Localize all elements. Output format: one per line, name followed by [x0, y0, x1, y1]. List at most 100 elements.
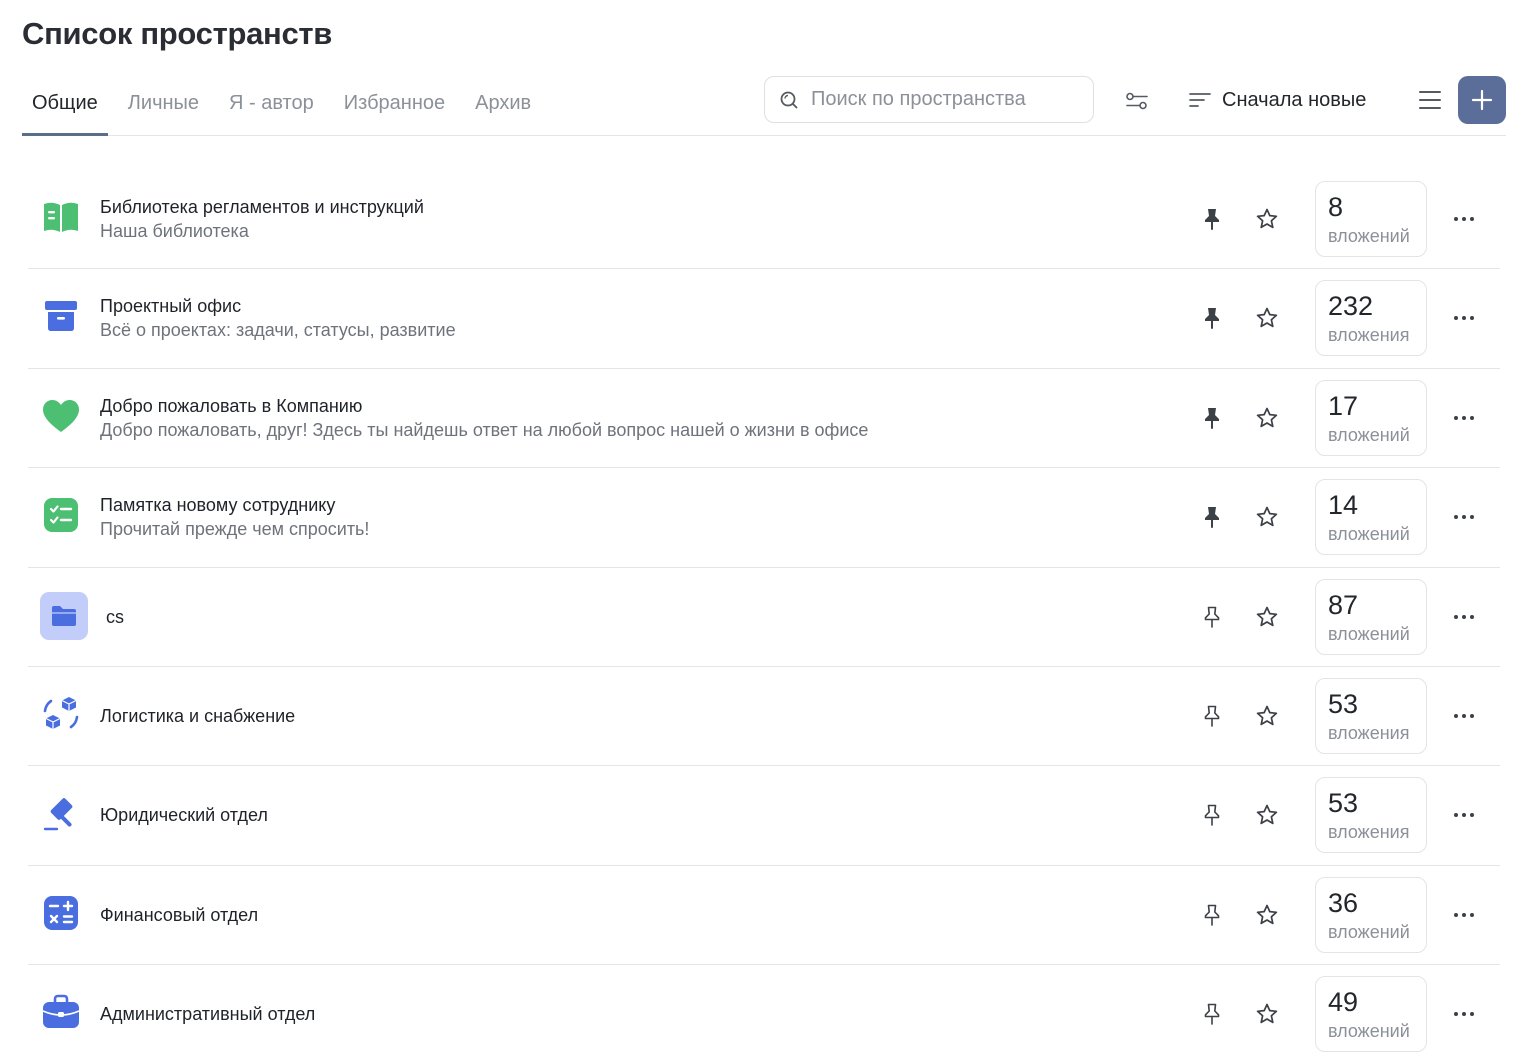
attachments-count: 14 [1328, 490, 1359, 521]
pin-button[interactable] [1200, 405, 1224, 431]
more-horizontal-icon [1454, 614, 1474, 619]
more-actions-button[interactable] [1450, 405, 1478, 431]
more-actions-button[interactable] [1450, 604, 1478, 630]
row-text: Памятка новому сотруднику Прочитай прежд… [100, 468, 369, 566]
row-text: Юридический отдел [100, 766, 268, 864]
more-actions-button[interactable] [1450, 802, 1478, 828]
space-list: Библиотека регламентов и инструкций Наша… [28, 170, 1500, 1060]
filter-sliders-icon [1126, 92, 1148, 110]
attachments-count: 87 [1328, 589, 1359, 620]
pin-button[interactable] [1200, 604, 1224, 630]
add-space-button[interactable] [1458, 76, 1506, 124]
favorite-button[interactable] [1254, 305, 1280, 331]
row-text: Библиотека регламентов и инструкций Наша… [100, 170, 424, 268]
more-actions-button[interactable] [1450, 902, 1478, 928]
favorite-button[interactable] [1254, 902, 1280, 928]
attachments-count: 8 [1328, 192, 1344, 222]
pin-outline-icon [1204, 705, 1220, 727]
checklist-icon [40, 494, 82, 536]
page-title: Список пространств [22, 16, 333, 51]
more-actions-button[interactable] [1450, 305, 1478, 331]
list-item[interactable]: cs 87 вложений [28, 568, 1500, 667]
pin-button[interactable] [1200, 902, 1224, 928]
tab-authored[interactable]: Я - автор [219, 70, 324, 136]
star-icon [1256, 208, 1278, 229]
tab-personal[interactable]: Личные [118, 70, 209, 136]
pin-outline-icon [1204, 904, 1220, 926]
list-item[interactable]: Проектный офис Всё о проектах: задачи, с… [28, 269, 1500, 369]
sort-lines-icon [1189, 93, 1211, 107]
attachments-count: 17 [1328, 390, 1359, 421]
filter-button[interactable] [1122, 86, 1152, 116]
sort-button[interactable]: Сначала новые [1188, 82, 1366, 118]
attachments-label: вложений [1328, 623, 1410, 644]
list-item[interactable]: Юридический отдел 53 вложения [28, 766, 1500, 866]
star-icon [1256, 904, 1278, 924]
favorite-button[interactable] [1254, 1001, 1280, 1027]
list-item[interactable]: Административный отдел 49 вложений [28, 965, 1500, 1060]
space-title: Добро пожаловать в Компанию [100, 395, 363, 416]
pin-button[interactable] [1200, 1001, 1224, 1027]
tab-bar: Общие Личные Я - автор Избранное Архив [22, 70, 551, 136]
tab-favorites[interactable]: Избранное [334, 70, 455, 136]
tab-archive[interactable]: Архив [465, 70, 541, 136]
star-icon [1256, 804, 1278, 825]
more-horizontal-icon [1454, 316, 1474, 321]
row-text: cs [106, 568, 124, 666]
list-item[interactable]: Библиотека регламентов и инструкций Наша… [28, 170, 1500, 270]
more-actions-button[interactable] [1450, 504, 1478, 530]
favorite-button[interactable] [1254, 703, 1280, 729]
list-item[interactable]: Финансовый отдел 36 вложений [28, 866, 1500, 966]
search-box[interactable] [764, 76, 1094, 123]
favorite-button[interactable] [1254, 504, 1280, 530]
pin-button[interactable] [1200, 206, 1224, 232]
star-icon [1256, 308, 1278, 328]
book-icon [40, 196, 82, 238]
list-item[interactable]: Логистика и снабжение 53 вложения [28, 667, 1500, 767]
attachments-label: вложения [1328, 822, 1410, 843]
star-icon [1256, 407, 1278, 428]
pin-outline-icon [1204, 606, 1220, 628]
row-text: Административный отдел [100, 965, 315, 1060]
tab-general[interactable]: Общие [22, 70, 108, 136]
favorite-button[interactable] [1254, 405, 1280, 431]
space-description: Наша библиотека [100, 221, 249, 241]
favorite-button[interactable] [1254, 802, 1280, 828]
space-title: Юридический отдел [100, 805, 268, 826]
favorite-button[interactable] [1254, 206, 1280, 232]
attachments-counter: 8 вложений [1315, 181, 1427, 257]
attachments-label: вложений [1328, 424, 1410, 445]
more-actions-button[interactable] [1450, 206, 1478, 232]
more-horizontal-icon [1454, 713, 1474, 718]
attachments-count: 49 [1328, 987, 1359, 1018]
list-item[interactable]: Памятка новому сотруднику Прочитай прежд… [28, 468, 1500, 568]
folder-icon [40, 591, 88, 640]
search-input[interactable] [811, 88, 1071, 111]
archive-box-icon [40, 295, 82, 337]
calculator-icon [40, 892, 82, 934]
pin-filled-icon [1205, 308, 1219, 330]
attachments-label: вложений [1328, 921, 1410, 942]
attachments-counter: 87 вложений [1315, 578, 1427, 655]
pin-button[interactable] [1200, 802, 1224, 828]
pin-button[interactable] [1200, 504, 1224, 530]
row-text: Проектный офис Всё о проектах: задачи, с… [100, 269, 456, 367]
pin-button[interactable] [1200, 305, 1224, 331]
space-title: Административный отдел [100, 1004, 316, 1025]
list-view-icon [1419, 91, 1441, 109]
more-actions-button[interactable] [1450, 703, 1478, 729]
attachments-counter: 17 вложений [1315, 379, 1427, 456]
row-text: Логистика и снабжение [100, 667, 295, 765]
attachments-label: вложений [1328, 226, 1410, 246]
list-item[interactable]: Добро пожаловать в Компанию Добро пожало… [28, 369, 1500, 469]
pin-button[interactable] [1200, 703, 1224, 729]
more-horizontal-icon [1454, 813, 1474, 818]
cubes-icon [40, 693, 82, 735]
more-horizontal-icon [1454, 515, 1474, 520]
more-actions-button[interactable] [1450, 1001, 1478, 1027]
view-mode-button[interactable] [1414, 84, 1446, 116]
plus-icon [1471, 89, 1493, 111]
favorite-button[interactable] [1254, 604, 1280, 630]
pin-filled-icon [1205, 507, 1219, 529]
space-title: Логистика и снабжение [100, 705, 296, 726]
